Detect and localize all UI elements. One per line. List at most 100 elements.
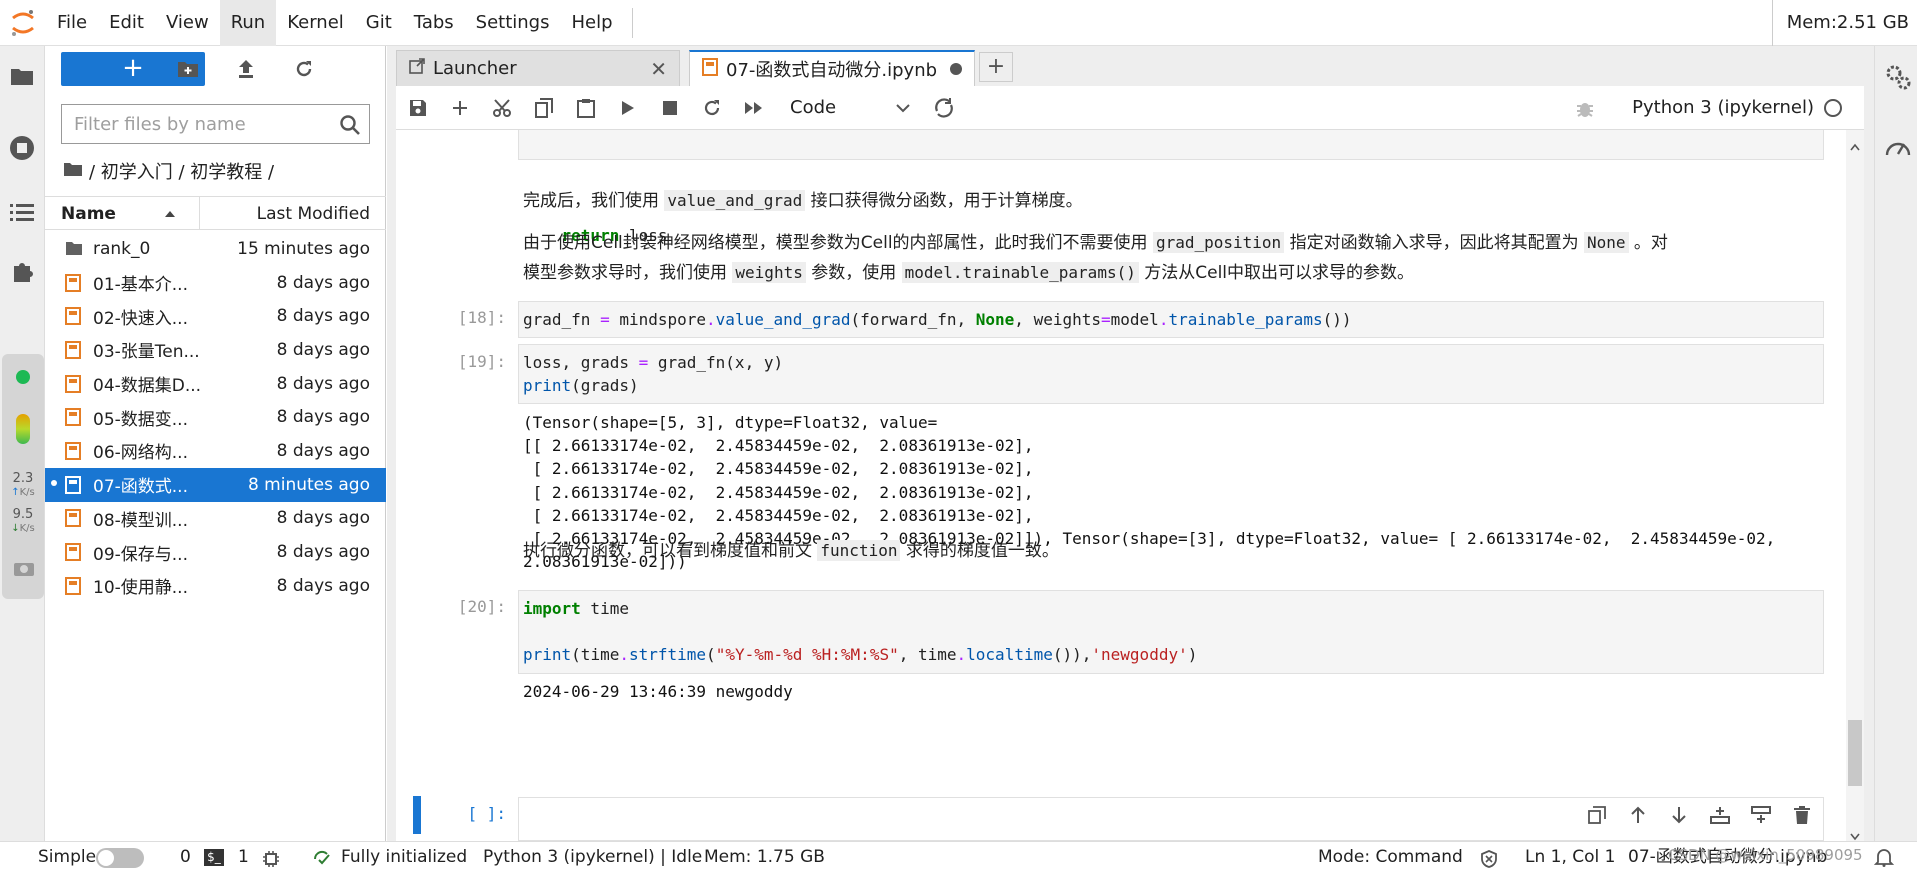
scroll-down-icon[interactable] — [1850, 826, 1860, 841]
folder-icon[interactable] — [63, 161, 83, 182]
file-row[interactable]: 04-数据集D... 8 days ago — [45, 367, 386, 401]
file-modified: 8 days ago — [276, 542, 370, 563]
file-row[interactable]: 08-模型训... 8 days ago — [45, 502, 386, 536]
kernel-state[interactable]: Python 3 (ipykernel) | Idle — [483, 842, 702, 872]
notebook-icon — [65, 509, 83, 528]
cell-type-value: Code — [790, 97, 837, 118]
code-cell-18[interactable]: grad_fn = mindspore.value_and_grad(forwa… — [518, 301, 1824, 338]
notebook-icon — [65, 374, 83, 393]
new-folder-icon[interactable] — [175, 56, 201, 82]
move-down-icon[interactable] — [1666, 802, 1692, 828]
file-name: 07-函数式... — [93, 477, 188, 498]
cut-icon[interactable] — [482, 88, 522, 128]
scroll-up-icon[interactable] — [1850, 136, 1860, 156]
code-cell-19[interactable]: loss, grads = grad_fn(x, y) print(grads) — [518, 344, 1824, 404]
file-row[interactable]: rank_0 15 minutes ago — [45, 232, 386, 266]
stop-icon[interactable] — [650, 88, 690, 128]
file-modified: 8 days ago — [276, 339, 370, 360]
paste-icon[interactable] — [566, 88, 606, 128]
file-row[interactable]: 01-基本介... 8 days ago — [45, 266, 386, 300]
notebook-toolbar: Code Python 3 (ipykernel) — [396, 86, 1864, 130]
notification-bell-icon[interactable] — [1873, 847, 1895, 877]
cursor-position[interactable]: Ln 1, Col 1 — [1525, 842, 1616, 872]
column-name[interactable]: Name — [45, 197, 200, 229]
file-modified: 8 days ago — [276, 272, 370, 293]
run-icon[interactable] — [608, 88, 648, 128]
debugger-icon[interactable] — [1576, 98, 1594, 123]
file-row[interactable]: 10-使用静... 8 days ago — [45, 569, 386, 603]
code-cell-20[interactable]: import time print(time.strftime("%Y-%m-%… — [518, 590, 1824, 674]
file-row[interactable]: 02-快速入... 8 days ago — [45, 299, 386, 333]
git-diff-icon[interactable] — [924, 88, 964, 128]
markdown-line: 完成后，我们使用 value_and_grad 接口获得微分函数，用于计算梯度。 — [523, 190, 1083, 211]
tab-notebook[interactable]: 07-函数式自动微分.ipynb — [689, 50, 975, 86]
debugger-gauge-icon[interactable] — [1885, 136, 1911, 163]
menu-tabs[interactable]: Tabs — [403, 0, 465, 46]
markdown-cell-2[interactable]: 由于使用Cell封装神经网络模型，模型参数为Cell的内部属性，此时我们不需要使… — [523, 228, 1823, 288]
kernel-name[interactable]: Python 3 (ipykernel) — [1632, 97, 1814, 118]
add-tab-button[interactable]: + — [979, 52, 1013, 82]
tab-launcher[interactable]: Launcher ✕ — [396, 50, 680, 86]
tab-bar: Launcher ✕ 07-函数式自动微分.ipynb + — [387, 46, 1874, 86]
delete-cell-icon[interactable] — [1789, 802, 1815, 828]
menu-edit[interactable]: Edit — [98, 0, 155, 46]
column-last-modified[interactable]: Last Modified — [200, 197, 386, 229]
fast-forward-icon[interactable] — [734, 88, 774, 128]
file-filter-input[interactable] — [74, 113, 334, 135]
code-cell-partial[interactable]: return loss — [518, 130, 1824, 245]
menu-settings[interactable]: Settings — [465, 0, 561, 46]
breadcrumb-path[interactable]: / 初学入门 / 初学教程 / — [89, 158, 274, 184]
file-row[interactable]: 06-网络构... 8 days ago — [45, 434, 386, 468]
property-inspector-gears-icon[interactable] — [1885, 64, 1911, 95]
terminals-count[interactable]: 0 — [180, 842, 191, 872]
menu-view[interactable]: View — [155, 0, 220, 46]
scroll-thumb[interactable] — [1848, 720, 1862, 786]
menu-kernel[interactable]: Kernel — [276, 0, 355, 46]
running-dot-icon — [51, 479, 57, 486]
file-name: 08-模型训... — [93, 510, 188, 531]
menu-help[interactable]: Help — [560, 0, 623, 46]
shield-icon[interactable] — [1480, 848, 1498, 878]
file-row[interactable]: 05-数据变... 8 days ago — [45, 400, 386, 434]
close-icon[interactable]: ✕ — [650, 57, 667, 81]
prompt-empty: [ ]: — [467, 804, 506, 823]
file-modified: 15 minutes ago — [237, 238, 370, 259]
unsaved-dot-icon[interactable] — [950, 63, 962, 75]
markdown-line: 由于使用Cell封装神经网络模型，模型参数为Cell的内部属性，此时我们不需要使… — [523, 232, 1668, 253]
camera-icon[interactable] — [14, 560, 34, 581]
code-line-clipped — [523, 164, 1819, 178]
insert-cell-icon[interactable] — [440, 88, 480, 128]
menu-git[interactable]: Git — [355, 0, 403, 46]
file-name: 05-数据变... — [93, 409, 188, 430]
move-up-icon[interactable] — [1625, 802, 1651, 828]
notebook-icon — [65, 273, 83, 292]
notebook-icon — [65, 441, 83, 460]
file-row[interactable]: 03-张量Ten... 8 days ago — [45, 333, 386, 367]
markdown-cell-3[interactable]: 执行微分函数，可以看到梯度值和前文 function 求得的梯度值一致。 — [523, 536, 1823, 566]
insert-above-icon[interactable] — [1707, 802, 1733, 828]
extension-puzzle-icon[interactable] — [8, 258, 36, 286]
folder-icon[interactable] — [8, 62, 36, 90]
notebook-icon — [65, 307, 83, 326]
kernels-count[interactable]: 1 — [238, 842, 249, 872]
copy-icon[interactable] — [524, 88, 564, 128]
simple-mode-toggle[interactable] — [96, 848, 144, 868]
upload-unit-label: K/s — [19, 487, 35, 498]
running-sessions-icon[interactable] — [8, 134, 36, 162]
markdown-line: 执行微分函数，可以看到梯度值和前文 function 求得的梯度值一致。 — [523, 540, 1059, 561]
menu-file[interactable]: File — [46, 0, 98, 46]
refresh-icon[interactable] — [291, 56, 317, 82]
upload-icon[interactable] — [233, 56, 259, 82]
file-row[interactable]: 09-保存与... 8 days ago — [45, 535, 386, 569]
table-of-contents-icon[interactable] — [8, 198, 36, 226]
cell-type-select[interactable]: Code — [790, 97, 910, 118]
search-icon[interactable] — [339, 114, 361, 141]
duplicate-cell-icon[interactable] — [1584, 802, 1610, 828]
insert-below-icon[interactable] — [1748, 802, 1774, 828]
notebook-scrollbar[interactable] — [1846, 130, 1864, 841]
restart-icon[interactable] — [692, 88, 732, 128]
markdown-cell-1[interactable]: 完成后，我们使用 value_and_grad 接口获得微分函数，用于计算梯度。 — [523, 186, 1823, 216]
menu-run[interactable]: Run — [219, 0, 277, 46]
file-row[interactable]: 07-函数式... 8 minutes ago — [45, 467, 386, 502]
save-icon[interactable] — [398, 88, 438, 128]
